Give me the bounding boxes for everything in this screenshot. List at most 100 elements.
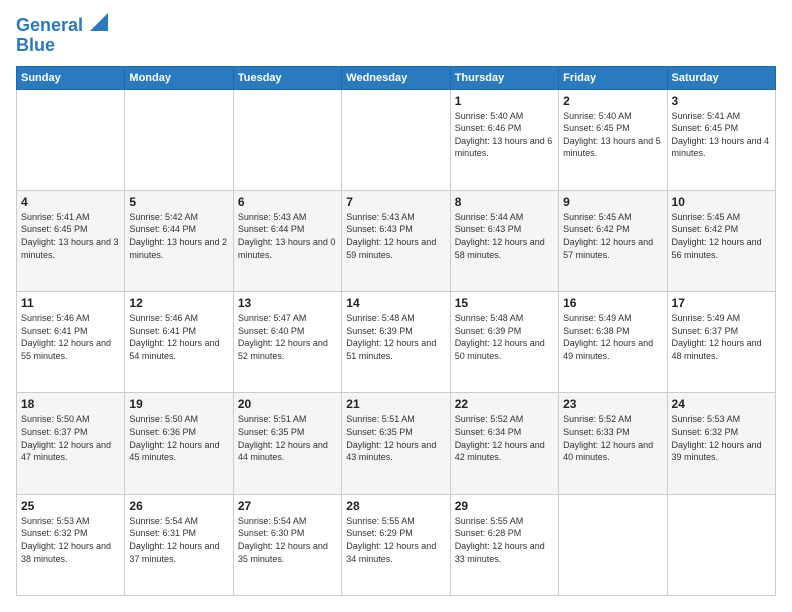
- calendar-cell: [667, 494, 775, 595]
- calendar-cell: [559, 494, 667, 595]
- day-detail: Sunrise: 5:48 AM Sunset: 6:39 PM Dayligh…: [455, 312, 554, 362]
- logo-icon: [90, 13, 108, 31]
- day-number: 2: [563, 94, 662, 108]
- day-detail: Sunrise: 5:42 AM Sunset: 6:44 PM Dayligh…: [129, 211, 228, 261]
- weekday-header-tuesday: Tuesday: [233, 66, 341, 89]
- calendar-cell: 3 Sunrise: 5:41 AM Sunset: 6:45 PM Daylig…: [667, 89, 775, 190]
- calendar-cell: 6 Sunrise: 5:43 AM Sunset: 6:44 PM Daylig…: [233, 190, 341, 291]
- day-detail: Sunrise: 5:50 AM Sunset: 6:37 PM Dayligh…: [21, 413, 120, 463]
- day-number: 27: [238, 499, 337, 513]
- day-detail: Sunrise: 5:40 AM Sunset: 6:45 PM Dayligh…: [563, 110, 662, 160]
- day-detail: Sunrise: 5:48 AM Sunset: 6:39 PM Dayligh…: [346, 312, 445, 362]
- calendar-cell: 20Sunrise: 5:51 AM Sunset: 6:35 PM Dayli…: [233, 393, 341, 494]
- day-number: 17: [672, 296, 771, 310]
- logo-blue: Blue: [16, 36, 108, 56]
- day-detail: Sunrise: 5:46 AM Sunset: 6:41 PM Dayligh…: [21, 312, 120, 362]
- day-number: 20: [238, 397, 337, 411]
- day-number: 1: [455, 94, 554, 108]
- day-detail: Sunrise: 5:55 AM Sunset: 6:28 PM Dayligh…: [455, 515, 554, 565]
- calendar-cell: [233, 89, 341, 190]
- calendar-cell: 9 Sunrise: 5:45 AM Sunset: 6:42 PM Daylig…: [559, 190, 667, 291]
- day-detail: Sunrise: 5:50 AM Sunset: 6:36 PM Dayligh…: [129, 413, 228, 463]
- day-number: 8: [455, 195, 554, 209]
- calendar-cell: 8 Sunrise: 5:44 AM Sunset: 6:43 PM Daylig…: [450, 190, 558, 291]
- day-detail: Sunrise: 5:54 AM Sunset: 6:31 PM Dayligh…: [129, 515, 228, 565]
- logo: General Blue: [16, 16, 108, 56]
- calendar-cell: 27Sunrise: 5:54 AM Sunset: 6:30 PM Dayli…: [233, 494, 341, 595]
- calendar-cell: 19 Sunrise: 5:50 AM Sunset: 6:36 PM Dayli…: [125, 393, 233, 494]
- day-number: 18: [21, 397, 120, 411]
- day-number: 26: [129, 499, 228, 513]
- day-detail: Sunrise: 5:45 AM Sunset: 6:42 PM Dayligh…: [563, 211, 662, 261]
- day-detail: Sunrise: 5:41 AM Sunset: 6:45 PM Dayligh…: [672, 110, 771, 160]
- week-row-4: 18 Sunrise: 5:50 AM Sunset: 6:37 PM Dayli…: [17, 393, 776, 494]
- calendar-cell: 16 Sunrise: 5:49 AM Sunset: 6:38 PM Dayli…: [559, 292, 667, 393]
- day-number: 22: [455, 397, 554, 411]
- calendar-cell: 28Sunrise: 5:55 AM Sunset: 6:29 PM Dayli…: [342, 494, 450, 595]
- week-row-5: 25 Sunrise: 5:53 AM Sunset: 6:32 PM Dayli…: [17, 494, 776, 595]
- calendar-cell: 7 Sunrise: 5:43 AM Sunset: 6:43 PM Daylig…: [342, 190, 450, 291]
- day-detail: Sunrise: 5:51 AM Sunset: 6:35 PM Dayligh…: [346, 413, 445, 463]
- calendar-body: 1 Sunrise: 5:40 AM Sunset: 6:46 PM Daylig…: [17, 89, 776, 595]
- day-number: 6: [238, 195, 337, 209]
- day-detail: Sunrise: 5:49 AM Sunset: 6:37 PM Dayligh…: [672, 312, 771, 362]
- logo-general: General: [16, 15, 83, 35]
- calendar-cell: 14Sunrise: 5:48 AM Sunset: 6:39 PM Dayli…: [342, 292, 450, 393]
- calendar-cell: 18 Sunrise: 5:50 AM Sunset: 6:37 PM Dayli…: [17, 393, 125, 494]
- day-number: 16: [563, 296, 662, 310]
- calendar-cell: [342, 89, 450, 190]
- day-number: 29: [455, 499, 554, 513]
- logo-text: General: [16, 16, 108, 36]
- calendar-cell: 26 Sunrise: 5:54 AM Sunset: 6:31 PM Dayli…: [125, 494, 233, 595]
- day-detail: Sunrise: 5:44 AM Sunset: 6:43 PM Dayligh…: [455, 211, 554, 261]
- day-number: 25: [21, 499, 120, 513]
- day-number: 9: [563, 195, 662, 209]
- day-number: 28: [346, 499, 445, 513]
- weekday-header-wednesday: Wednesday: [342, 66, 450, 89]
- weekday-header-sunday: Sunday: [17, 66, 125, 89]
- calendar-cell: 1 Sunrise: 5:40 AM Sunset: 6:46 PM Daylig…: [450, 89, 558, 190]
- calendar-cell: [125, 89, 233, 190]
- day-detail: Sunrise: 5:53 AM Sunset: 6:32 PM Dayligh…: [672, 413, 771, 463]
- day-detail: Sunrise: 5:46 AM Sunset: 6:41 PM Dayligh…: [129, 312, 228, 362]
- day-number: 23: [563, 397, 662, 411]
- calendar-cell: 23 Sunrise: 5:52 AM Sunset: 6:33 PM Dayli…: [559, 393, 667, 494]
- weekday-header-saturday: Saturday: [667, 66, 775, 89]
- day-detail: Sunrise: 5:45 AM Sunset: 6:42 PM Dayligh…: [672, 211, 771, 261]
- day-detail: Sunrise: 5:52 AM Sunset: 6:34 PM Dayligh…: [455, 413, 554, 463]
- day-number: 11: [21, 296, 120, 310]
- weekday-header-thursday: Thursday: [450, 66, 558, 89]
- day-detail: Sunrise: 5:52 AM Sunset: 6:33 PM Dayligh…: [563, 413, 662, 463]
- calendar-cell: 29 Sunrise: 5:55 AM Sunset: 6:28 PM Dayli…: [450, 494, 558, 595]
- day-number: 19: [129, 397, 228, 411]
- calendar-table: SundayMondayTuesdayWednesdayThursdayFrid…: [16, 66, 776, 596]
- day-number: 4: [21, 195, 120, 209]
- day-detail: Sunrise: 5:43 AM Sunset: 6:44 PM Dayligh…: [238, 211, 337, 261]
- calendar-cell: 17 Sunrise: 5:49 AM Sunset: 6:37 PM Dayli…: [667, 292, 775, 393]
- day-detail: Sunrise: 5:43 AM Sunset: 6:43 PM Dayligh…: [346, 211, 445, 261]
- week-row-3: 11 Sunrise: 5:46 AM Sunset: 6:41 PM Dayli…: [17, 292, 776, 393]
- day-detail: Sunrise: 5:49 AM Sunset: 6:38 PM Dayligh…: [563, 312, 662, 362]
- calendar-cell: 5 Sunrise: 5:42 AM Sunset: 6:44 PM Daylig…: [125, 190, 233, 291]
- header: General Blue: [16, 16, 776, 56]
- day-number: 13: [238, 296, 337, 310]
- day-number: 3: [672, 94, 771, 108]
- day-number: 15: [455, 296, 554, 310]
- week-row-2: 4Sunrise: 5:41 AM Sunset: 6:45 PM Daylig…: [17, 190, 776, 291]
- calendar-cell: 2 Sunrise: 5:40 AM Sunset: 6:45 PM Daylig…: [559, 89, 667, 190]
- calendar-cell: 24 Sunrise: 5:53 AM Sunset: 6:32 PM Dayli…: [667, 393, 775, 494]
- day-number: 7: [346, 195, 445, 209]
- weekday-header-monday: Monday: [125, 66, 233, 89]
- day-number: 10: [672, 195, 771, 209]
- calendar-cell: 13 Sunrise: 5:47 AM Sunset: 6:40 PM Dayli…: [233, 292, 341, 393]
- calendar-cell: 12Sunrise: 5:46 AM Sunset: 6:41 PM Dayli…: [125, 292, 233, 393]
- day-detail: Sunrise: 5:47 AM Sunset: 6:40 PM Dayligh…: [238, 312, 337, 362]
- day-number: 5: [129, 195, 228, 209]
- day-detail: Sunrise: 5:53 AM Sunset: 6:32 PM Dayligh…: [21, 515, 120, 565]
- calendar-cell: 22 Sunrise: 5:52 AM Sunset: 6:34 PM Dayli…: [450, 393, 558, 494]
- calendar-cell: 11 Sunrise: 5:46 AM Sunset: 6:41 PM Dayli…: [17, 292, 125, 393]
- day-detail: Sunrise: 5:40 AM Sunset: 6:46 PM Dayligh…: [455, 110, 554, 160]
- day-number: 24: [672, 397, 771, 411]
- weekday-row: SundayMondayTuesdayWednesdayThursdayFrid…: [17, 66, 776, 89]
- calendar-cell: [17, 89, 125, 190]
